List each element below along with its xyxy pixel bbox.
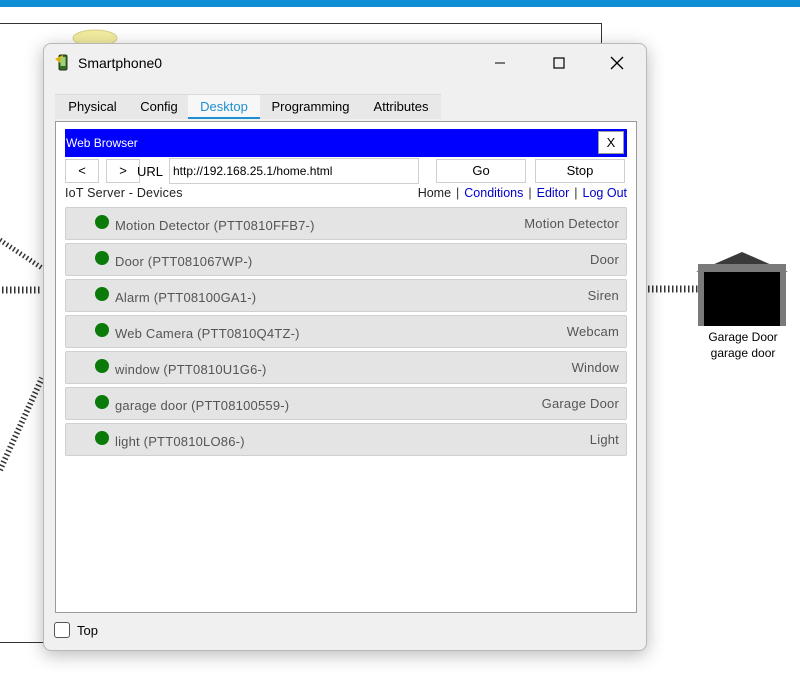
conditions-link[interactable]: Conditions (464, 186, 523, 200)
go-button[interactable]: Go (436, 159, 526, 183)
minimize-icon (495, 62, 505, 64)
tab-bar: Physical Config Desktop Programming Attr… (55, 94, 441, 119)
device-row-door[interactable]: Door (PTT081067WP-) Door (65, 243, 627, 276)
close-icon (610, 56, 624, 70)
status-ok-icon (95, 215, 109, 229)
device-type: Light (589, 432, 619, 447)
maximize-icon (553, 57, 565, 69)
browser-close-button[interactable]: X (598, 131, 624, 154)
page-nav-links: Home | Conditions | Editor | Log Out (418, 186, 627, 200)
device-type: Garage Door (541, 396, 619, 411)
device-type: Window (571, 360, 619, 375)
smartphone-window: Smartphone0 Physical Config Desktop Prog… (43, 43, 647, 651)
home-link[interactable]: Home (418, 186, 451, 200)
tab-desktop[interactable]: Desktop (188, 95, 260, 119)
back-button[interactable]: < (65, 159, 99, 183)
stop-button[interactable]: Stop (535, 159, 625, 183)
device-row-alarm[interactable]: Alarm (PTT08100GA1-) Siren (65, 279, 627, 312)
link-separator: | (528, 186, 532, 200)
url-label: URL (137, 164, 164, 179)
editor-link[interactable]: Editor (537, 186, 570, 200)
device-row-motion-detector[interactable]: Motion Detector (PTT0810FFB7-) Motion De… (65, 207, 627, 240)
status-ok-icon (95, 431, 109, 445)
top-checkbox-label: Top (77, 623, 98, 638)
status-ok-icon (95, 323, 109, 337)
maximize-button[interactable] (536, 48, 582, 78)
device-list: Motion Detector (PTT0810FFB7-) Motion De… (65, 207, 627, 459)
garage-device-name: garage door (710, 346, 776, 360)
device-type: Door (590, 252, 619, 267)
device-name: Web Camera (PTT0810Q4TZ-) (115, 326, 300, 341)
log-out-link[interactable]: Log Out (583, 186, 627, 200)
web-browser-title: Web Browser (66, 136, 138, 150)
device-row-web-camera[interactable]: Web Camera (PTT0810Q4TZ-) Webcam (65, 315, 627, 348)
device-row-light[interactable]: light (PTT0810LO86-) Light (65, 423, 627, 456)
link-separator: | (456, 186, 460, 200)
device-name: Motion Detector (PTT0810FFB7-) (115, 218, 315, 233)
network-link (0, 376, 45, 472)
tab-physical[interactable]: Physical (55, 95, 130, 119)
browser-content-area (65, 457, 627, 607)
page-title: IoT Server - Devices (65, 186, 183, 200)
device-name: garage door (PTT08100559-) (115, 398, 290, 413)
status-ok-icon (95, 287, 109, 301)
tab-config[interactable]: Config (130, 95, 188, 119)
title-bar[interactable]: Smartphone0 (44, 44, 646, 82)
status-ok-icon (95, 359, 109, 373)
window-title: Smartphone0 (78, 55, 163, 71)
url-input[interactable]: http://192.168.25.1/home.html (169, 158, 419, 184)
device-row-garage-door[interactable]: garage door (PTT08100559-) Garage Door (65, 387, 627, 420)
device-name: Door (PTT081067WP-) (115, 254, 253, 269)
device-name: Alarm (PTT08100GA1-) (115, 290, 257, 305)
desktop-panel: Web Browser X < > URL http://192.168.25.… (55, 121, 637, 613)
smartphone-app-icon (55, 54, 68, 71)
device-type: Webcam (566, 324, 619, 339)
minimize-button[interactable] (477, 48, 523, 78)
forward-button[interactable]: > (106, 159, 140, 183)
device-type: Motion Detector (524, 216, 619, 231)
status-ok-icon (95, 251, 109, 265)
top-checkbox[interactable] (54, 622, 70, 638)
web-browser-header: Web Browser X (65, 129, 627, 157)
device-type: Siren (587, 288, 619, 303)
device-row-window[interactable]: window (PTT0810U1G6-) Window (65, 351, 627, 384)
device-name: light (PTT0810LO86-) (115, 434, 245, 449)
garage-device-label: Garage Door garage door (690, 329, 796, 361)
tab-programming[interactable]: Programming (260, 95, 361, 119)
link-separator: | (574, 186, 578, 200)
garage-door-panel (704, 272, 780, 326)
garage-device-model: Garage Door (708, 330, 778, 344)
device-name: window (PTT0810U1G6-) (115, 362, 267, 377)
tab-attributes[interactable]: Attributes (361, 95, 441, 119)
network-link (0, 237, 44, 271)
close-window-button[interactable] (594, 48, 640, 78)
status-ok-icon (95, 395, 109, 409)
